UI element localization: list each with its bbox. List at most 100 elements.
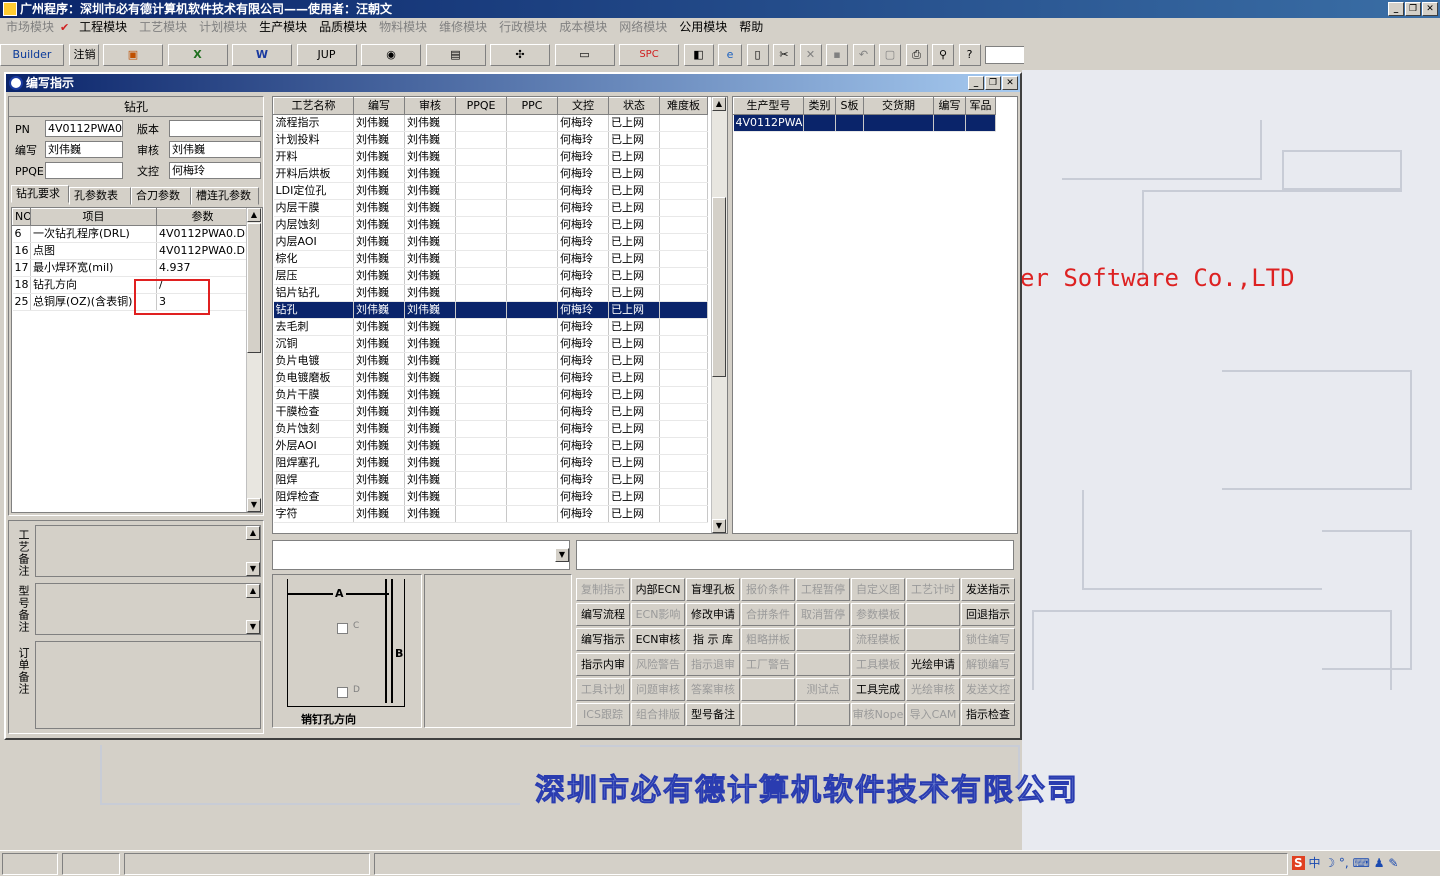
version-field[interactable] [169, 120, 261, 137]
action-button-4-0[interactable]: 工具计划 [576, 678, 630, 701]
param-row[interactable]: 17 最小焊环宽(mil) 4.937 [12, 259, 249, 277]
menu-item-11[interactable]: 公用模块 [673, 18, 733, 36]
process-row[interactable]: 沉铜 刘伟巍 刘伟巍 何梅玲 已上网 [273, 335, 708, 353]
model-header-2[interactable]: S板 [835, 97, 864, 115]
action-button-2-0[interactable]: 编写指示 [576, 628, 630, 651]
param-row[interactable]: 18 钻孔方向 / [12, 276, 249, 294]
process-header-4[interactable]: PPC [506, 97, 558, 115]
process-header-0[interactable]: 工艺名称 [273, 97, 354, 115]
menu-item-0[interactable]: 市场模块 [0, 18, 60, 36]
scroll-down-icon[interactable]: ▼ [247, 498, 261, 512]
action-button-2-6[interactable] [906, 628, 960, 651]
model-header-0[interactable]: 生产型号 [733, 97, 804, 115]
preview-icon[interactable]: ▢ [879, 44, 901, 66]
tab-0[interactable]: 钻孔要求 [11, 185, 69, 203]
tab-2[interactable]: 合刀参数 [131, 187, 191, 205]
process-row[interactable]: 阻焊检查 刘伟巍 刘伟巍 何梅玲 已上网 [273, 488, 708, 506]
child-close-button[interactable]: ✕ [1002, 76, 1018, 90]
reviewer-field[interactable]: 刘伟巍 [169, 141, 261, 158]
process-row[interactable]: 负电镀磨板 刘伟巍 刘伟巍 何梅玲 已上网 [273, 369, 708, 387]
process-row[interactable]: 钻孔 刘伟巍 刘伟巍 何梅玲 已上网 [273, 301, 708, 319]
action-button-0-3[interactable]: 报价条件 [741, 578, 795, 601]
spc-button[interactable]: SPC [619, 44, 679, 66]
minimize-button[interactable]: _ [1388, 2, 1404, 16]
ime-mode-icon[interactable]: 中 [1308, 856, 1320, 870]
action-button-3-7[interactable]: 解锁编写 [961, 653, 1015, 676]
model-header-1[interactable]: 类别 [803, 97, 836, 115]
menu-item-4[interactable]: 生产模块 [253, 18, 313, 36]
action-button-5-6[interactable]: 导入CAM [906, 703, 960, 726]
menu-item-7[interactable]: 维修模块 [433, 18, 493, 36]
process-row[interactable]: 内层AOI 刘伟巍 刘伟巍 何梅玲 已上网 [273, 233, 708, 251]
action-button-5-5[interactable]: 审核Nope [851, 703, 905, 726]
excel-icon[interactable]: X [167, 44, 228, 66]
child-restore-button[interactable]: ❐ [985, 76, 1001, 90]
action-button-1-5[interactable]: 参数模板 [851, 603, 905, 626]
process-header-2[interactable]: 审核 [404, 97, 456, 115]
action-button-0-6[interactable]: 工艺计时 [906, 578, 960, 601]
process-row[interactable]: 计划投料 刘伟巍 刘伟巍 何梅玲 已上网 [273, 131, 708, 149]
menu-item-6[interactable]: 物料模块 [373, 18, 433, 36]
model-row[interactable]: 4V0112PWA0 [733, 114, 996, 132]
action-button-5-2[interactable]: 型号备注 [686, 703, 740, 726]
chevron-down-icon[interactable]: ▼ [555, 548, 569, 562]
child-minimize-button[interactable]: _ [968, 76, 984, 90]
action-button-2-5[interactable]: 流程模板 [851, 628, 905, 651]
process-row[interactable]: 阻焊塞孔 刘伟巍 刘伟巍 何梅玲 已上网 [273, 454, 708, 472]
menu-item-12[interactable]: 帮助 [733, 18, 769, 36]
wrench-icon[interactable]: ✎ [1388, 856, 1398, 870]
ie-icon[interactable]: e [718, 44, 742, 66]
user-icon[interactable]: ♟ [1374, 856, 1385, 870]
scroll-down-icon[interactable]: ▼ [246, 620, 260, 634]
save-icon[interactable]: ▪ [826, 44, 848, 66]
eye-icon[interactable]: ◉ [361, 44, 421, 66]
action-button-4-6[interactable]: 光绘审核 [906, 678, 960, 701]
process-row[interactable]: 负片电镀 刘伟巍 刘伟巍 何梅玲 已上网 [273, 352, 708, 370]
process-row[interactable]: 开料 刘伟巍 刘伟巍 何梅玲 已上网 [273, 148, 708, 166]
param-header-value[interactable]: 参数 [156, 208, 249, 226]
process-row[interactable]: 外层AOI 刘伟巍 刘伟巍 何梅玲 已上网 [273, 437, 708, 455]
action-button-5-0[interactable]: ICS跟踪 [576, 703, 630, 726]
action-button-3-6[interactable]: 光绘申请 [906, 653, 960, 676]
action-button-5-3[interactable] [741, 703, 795, 726]
computer-icon[interactable]: ▭ [554, 44, 615, 66]
model-header-5[interactable]: 军品 [965, 97, 996, 115]
process-row[interactable]: 棕化 刘伟巍 刘伟巍 何梅玲 已上网 [273, 250, 708, 268]
action-button-2-4[interactable] [796, 628, 850, 651]
param-header-no[interactable]: NO [12, 208, 31, 226]
logout-button[interactable]: 注销 [68, 44, 99, 66]
action-button-3-3[interactable]: 工厂警告 [741, 653, 795, 676]
param-header-item[interactable]: 项目 [30, 208, 157, 226]
keyboard-icon[interactable]: ⌨ [1353, 856, 1370, 870]
jup-button[interactable]: JUP [296, 44, 357, 66]
restore-button[interactable]: ❐ [1405, 2, 1421, 16]
process-header-5[interactable]: 文控 [557, 97, 609, 115]
scroll-up-icon[interactable]: ▲ [712, 97, 726, 111]
action-button-4-7[interactable]: 发送文控 [961, 678, 1015, 701]
model-header-4[interactable]: 编写 [933, 97, 966, 115]
powerpoint-icon[interactable]: ▣ [103, 44, 163, 66]
action-button-3-4[interactable] [796, 653, 850, 676]
checkbox-c[interactable] [337, 623, 348, 634]
cut-icon[interactable]: ✂ [773, 44, 795, 66]
moon-icon[interactable]: ☽ [1324, 856, 1335, 870]
scroll-down-icon[interactable]: ▼ [712, 519, 726, 533]
process-row[interactable]: 开料后烘板 刘伟巍 刘伟巍 何梅玲 已上网 [273, 165, 708, 183]
action-button-4-4[interactable]: 测试点 [796, 678, 850, 701]
action-button-3-2[interactable]: 指示退审 [686, 653, 740, 676]
checkbox-d[interactable] [337, 687, 348, 698]
menu-item-2[interactable]: 工艺模块 [133, 18, 193, 36]
process-row[interactable]: 内层干膜 刘伟巍 刘伟巍 何梅玲 已上网 [273, 199, 708, 217]
tab-1[interactable]: 孔参数表 [69, 187, 131, 205]
action-button-4-3[interactable] [741, 678, 795, 701]
process-row[interactable]: 层压 刘伟巍 刘伟巍 何梅玲 已上网 [273, 267, 708, 285]
action-button-5-1[interactable]: 组合排版 [631, 703, 685, 726]
process-scrollbar[interactable]: ▲ ▼ [711, 97, 727, 533]
process-row[interactable]: 干膜检查 刘伟巍 刘伟巍 何梅玲 已上网 [273, 403, 708, 421]
builder-button[interactable]: Builder [0, 44, 64, 66]
network-icon[interactable]: ✣ [490, 44, 550, 66]
menu-item-5[interactable]: 品质模块 [313, 18, 373, 36]
remark-field[interactable] [576, 540, 1014, 570]
process-row[interactable]: 内层蚀刻 刘伟巍 刘伟巍 何梅玲 已上网 [273, 216, 708, 234]
window-icon[interactable]: ◧ [683, 44, 714, 66]
